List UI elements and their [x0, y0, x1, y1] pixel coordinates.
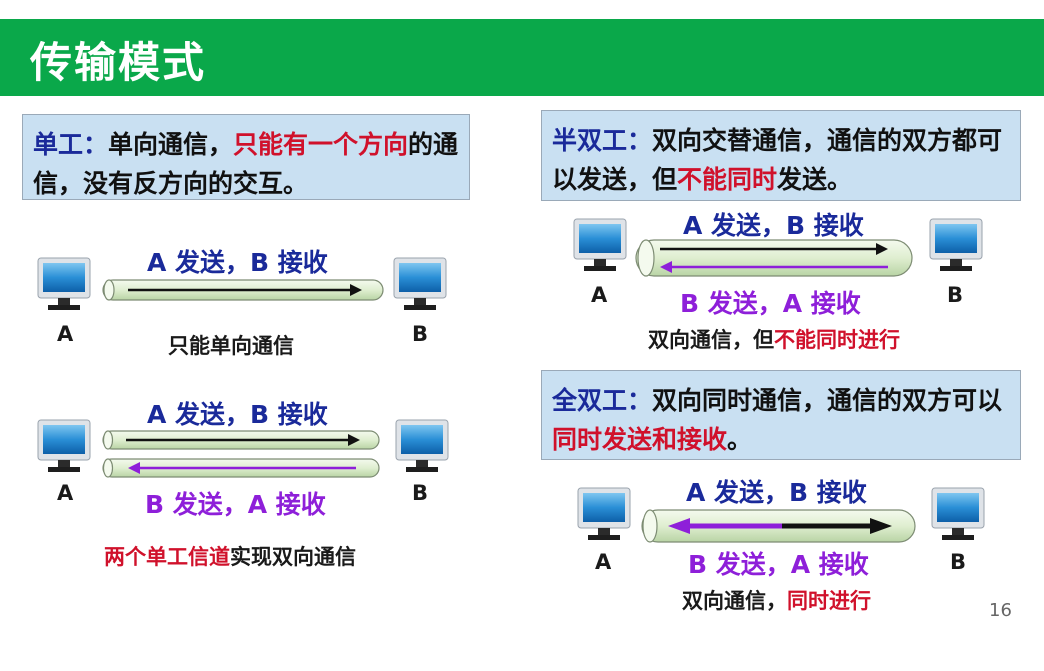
dual-simplex-bottom-label: B 发送，A 接收: [145, 490, 326, 519]
page-number: 16: [989, 600, 1012, 621]
full-duplex-bottom-label: B 发送，A 接收: [688, 550, 869, 579]
simplex-arrow-label: A 发送，B 接收: [147, 248, 328, 277]
full-duplex-top-label: A 发送，B 接收: [686, 478, 867, 507]
dual-simplex-caption: 两个单工信道实现双向通信: [104, 541, 356, 571]
computer-b-icon: [931, 487, 985, 541]
computer-b-icon: [929, 218, 983, 272]
computer-a-icon: [37, 419, 91, 473]
full-duplex-caption-head: 双向通信，: [682, 589, 787, 613]
full-duplex-pipe: [641, 509, 916, 543]
full-duplex-caption-red: 同时进行: [787, 589, 871, 613]
dual-simplex-pipe-bottom: [102, 458, 380, 478]
node-b-label: B: [947, 283, 964, 307]
computer-b-icon: [393, 257, 447, 311]
computer-a-icon: [577, 487, 631, 541]
half-duplex-caption-head: 双向通信，但: [648, 328, 774, 352]
half-duplex-top-label: A 发送，B 接收: [683, 211, 864, 240]
full-duplex-caption: 双向通信，同时进行: [682, 585, 871, 615]
dual-simplex-pipe-top: [102, 430, 380, 450]
node-b-label: B: [950, 550, 967, 574]
half-duplex-caption: 双向通信，但不能同时进行: [648, 324, 900, 354]
node-b-label: B: [412, 481, 429, 505]
dual-simplex-caption-red: 两个单工信道: [104, 545, 230, 569]
half-duplex-pipe: [635, 239, 913, 277]
half-duplex-caption-red: 不能同时进行: [774, 328, 900, 352]
node-a-label: A: [57, 481, 74, 505]
node-a-label: A: [57, 322, 74, 346]
simplex-caption: 只能单向通信: [168, 334, 294, 358]
node-a-label: A: [591, 283, 608, 307]
half-duplex-bottom-label: B 发送，A 接收: [680, 289, 861, 318]
dual-simplex-top-label: A 发送，B 接收: [147, 400, 328, 429]
computer-a-icon: [573, 218, 627, 272]
simplex-pipe: [102, 279, 384, 301]
node-b-label: B: [412, 322, 429, 346]
computer-b-icon: [395, 419, 449, 473]
computer-a-icon: [37, 257, 91, 311]
node-a-label: A: [595, 550, 612, 574]
dual-simplex-caption-tail: 实现双向通信: [230, 545, 356, 569]
